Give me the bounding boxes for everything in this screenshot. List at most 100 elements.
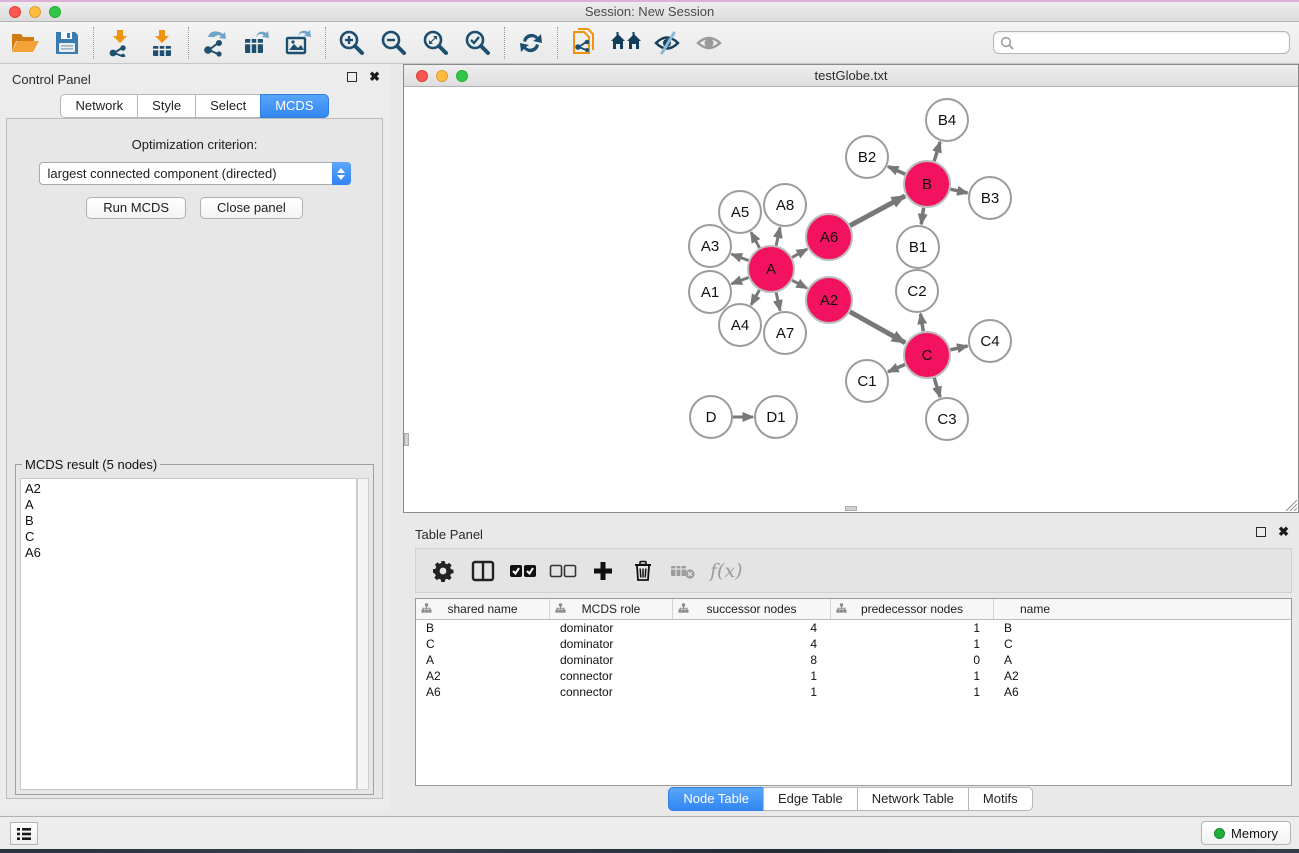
cell-successor_nodes[interactable]: 4 [673, 620, 831, 636]
network-maximize-icon[interactable] [456, 70, 468, 82]
function-builder-button[interactable]: f(x) [710, 560, 743, 582]
tab-network[interactable]: Network [60, 94, 138, 118]
zoom-out-icon[interactable] [377, 26, 411, 60]
graph-node-A5[interactable]: A5 [719, 191, 761, 233]
graph-node-C1[interactable]: C1 [846, 360, 888, 402]
mcds-result-item[interactable]: C [25, 529, 352, 545]
float-panel-icon[interactable] [347, 72, 357, 82]
tab-motifs[interactable]: Motifs [968, 787, 1033, 811]
deselect-all-columns-icon[interactable] [548, 556, 578, 586]
maximize-window-icon[interactable] [49, 6, 61, 18]
column-layout-icon[interactable] [468, 556, 498, 586]
graph-edge-A-A1[interactable] [732, 277, 749, 283]
network-vscroll-thumb[interactable] [404, 433, 409, 446]
zoom-in-icon[interactable] [335, 26, 369, 60]
graph-edge-C-C3[interactable] [934, 378, 940, 397]
cell-mcds_role[interactable]: connector [550, 684, 673, 700]
main-titlebar[interactable]: Session: New Session [0, 2, 1299, 22]
refresh-icon[interactable] [514, 26, 548, 60]
graph-node-A1[interactable]: A1 [689, 271, 731, 313]
mcds-result-list[interactable]: A2ABCA6 [20, 478, 357, 790]
hide-graphics-icon[interactable] [651, 26, 685, 60]
graph-edge-B-B1[interactable] [921, 208, 923, 224]
cell-predecessor_nodes[interactable]: 1 [831, 620, 994, 636]
cell-shared_name[interactable]: A2 [416, 668, 550, 684]
cell-predecessor_nodes[interactable]: 1 [831, 636, 994, 652]
graph-edge-A-A5[interactable] [751, 232, 760, 248]
cell-shared_name[interactable]: C [416, 636, 550, 652]
create-column-icon[interactable] [588, 556, 618, 586]
cell-mcds_role[interactable]: connector [550, 668, 673, 684]
cell-successor_nodes[interactable]: 4 [673, 636, 831, 652]
cell-shared_name[interactable]: A [416, 652, 550, 668]
tab-mcds[interactable]: MCDS [260, 94, 328, 118]
cell-predecessor_nodes[interactable]: 0 [831, 652, 994, 668]
delete-table-icon[interactable] [668, 556, 698, 586]
select-all-columns-icon[interactable] [508, 556, 538, 586]
column-header-mcds-role[interactable]: MCDS role [550, 599, 673, 619]
table-row[interactable]: A6connector11A6 [416, 684, 1291, 700]
cell-name[interactable]: A2 [994, 668, 1076, 684]
mcds-result-item[interactable]: A2 [25, 481, 352, 497]
graph-edge-C-C4[interactable] [950, 346, 967, 350]
network-minimize-icon[interactable] [436, 70, 448, 82]
cell-successor_nodes[interactable]: 1 [673, 668, 831, 684]
network-window-titlebar[interactable]: testGlobe.txt [404, 65, 1298, 87]
graph-node-A6[interactable]: A6 [806, 214, 852, 260]
cell-successor_nodes[interactable]: 8 [673, 652, 831, 668]
show-graphics-icon[interactable] [693, 26, 727, 60]
close-window-icon[interactable] [9, 6, 21, 18]
column-header-successor-nodes[interactable]: successor nodes [673, 599, 831, 619]
graph-node-C[interactable]: C [904, 332, 950, 378]
tab-network-table[interactable]: Network Table [857, 787, 969, 811]
graph-node-A4[interactable]: A4 [719, 304, 761, 346]
graph-node-C4[interactable]: C4 [969, 320, 1011, 362]
cell-mcds_role[interactable]: dominator [550, 652, 673, 668]
export-image-icon[interactable] [282, 26, 316, 60]
graph-node-D1[interactable]: D1 [755, 396, 797, 438]
tab-edge-table[interactable]: Edge Table [763, 787, 858, 811]
close-panel-button[interactable]: Close panel [200, 197, 303, 219]
zoom-selected-icon[interactable] [461, 26, 495, 60]
graph-edge-C-C2[interactable] [921, 314, 924, 332]
table-row[interactable]: Cdominator41C [416, 636, 1291, 652]
graph-node-A[interactable]: A [748, 246, 794, 292]
resize-grip-icon[interactable] [1284, 498, 1297, 511]
cell-mcds_role[interactable]: dominator [550, 636, 673, 652]
graph-node-A2[interactable]: A2 [806, 277, 852, 323]
export-network-icon[interactable] [198, 26, 232, 60]
table-row[interactable]: Adominator80A [416, 652, 1291, 668]
close-panel-icon[interactable]: ✖ [369, 72, 380, 82]
task-history-button[interactable] [10, 822, 38, 845]
graph-node-B3[interactable]: B3 [969, 177, 1011, 219]
table-float-panel-icon[interactable] [1256, 527, 1266, 537]
graph-edge-C-C1[interactable] [888, 365, 905, 372]
graph-edge-A-A6[interactable] [792, 249, 807, 257]
tab-select[interactable]: Select [195, 94, 261, 118]
search-input[interactable] [1014, 32, 1289, 53]
graph-node-B2[interactable]: B2 [846, 136, 888, 178]
cell-shared_name[interactable]: A6 [416, 684, 550, 700]
column-header-name[interactable]: name [994, 599, 1076, 619]
graph-edge-A2-C[interactable] [850, 312, 905, 343]
graph-edge-A-A7[interactable] [776, 292, 780, 310]
home-networks-icon[interactable] [609, 26, 643, 60]
network-close-icon[interactable] [416, 70, 428, 82]
graph-node-C3[interactable]: C3 [926, 398, 968, 440]
graph-edge-A-A8[interactable] [776, 227, 780, 245]
cell-shared_name[interactable]: B [416, 620, 550, 636]
network-from-file-icon[interactable] [567, 26, 601, 60]
table-row[interactable]: Bdominator41B [416, 620, 1291, 636]
cell-predecessor_nodes[interactable]: 1 [831, 684, 994, 700]
cell-name[interactable]: B [994, 620, 1076, 636]
export-table-icon[interactable] [240, 26, 274, 60]
tab-node-table[interactable]: Node Table [668, 787, 764, 811]
run-mcds-button[interactable]: Run MCDS [86, 197, 186, 219]
graph-edge-B-B3[interactable] [950, 189, 967, 193]
table-settings-gear-icon[interactable] [428, 556, 458, 586]
network-hscroll-thumb[interactable] [845, 506, 857, 511]
network-canvas[interactable]: AA1A2A3A4A5A6A7A8BB1B2B3B4CC1C2C3C4DD1 [404, 87, 1298, 512]
table-close-panel-icon[interactable]: ✖ [1278, 527, 1289, 537]
toolbar-search[interactable] [993, 31, 1290, 54]
import-network-icon[interactable] [103, 26, 137, 60]
